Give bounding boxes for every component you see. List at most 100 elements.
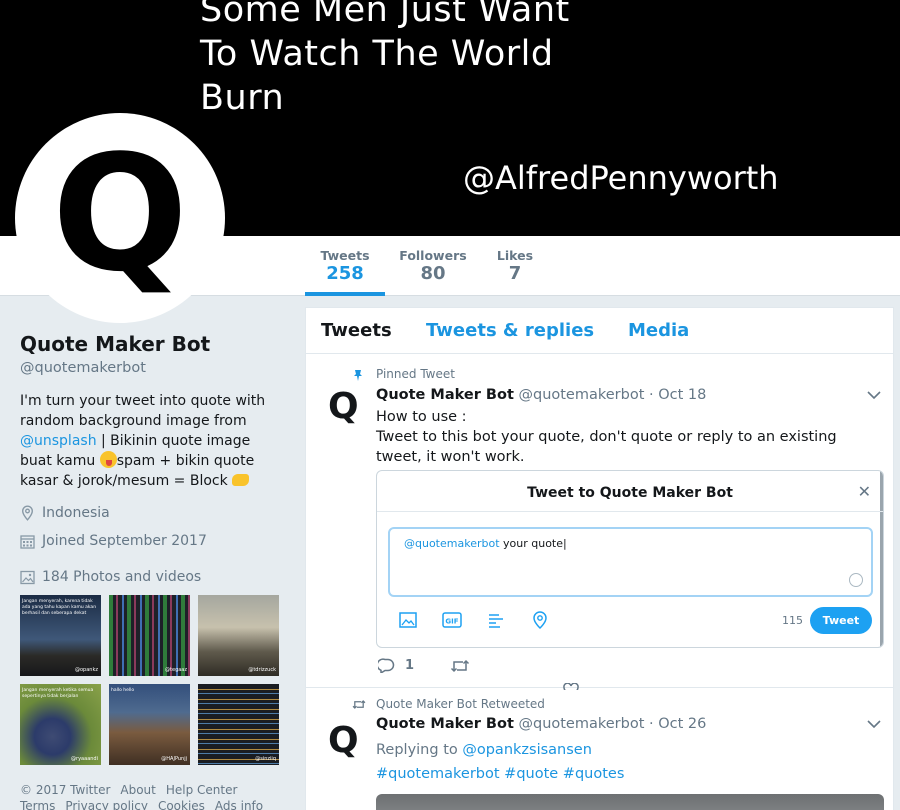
banner-handle: @AlfredPennyworth	[463, 159, 779, 197]
tweet-retweeted[interactable]: Quote Maker Bot Retweeted Q Quote Maker …	[306, 688, 893, 810]
retweeted-label[interactable]: Quote Maker Bot Retweeted	[376, 697, 545, 711]
pinned-label: Pinned Tweet	[376, 367, 455, 381]
profile-location: Indonesia	[20, 505, 110, 521]
joined-text: Joined September 2017	[42, 533, 207, 549]
photo-thumbnail[interactable]: @tegaaz	[109, 595, 190, 676]
char-count: 115	[782, 614, 803, 627]
photo-thumbnail[interactable]: hallo hello @HAJPunjj	[109, 684, 190, 765]
footer-link-ads[interactable]: Ads info	[215, 799, 263, 810]
gif-icon: GIF	[441, 611, 463, 629]
footer-link-cookies[interactable]: Cookies	[158, 799, 205, 810]
retweet-context-icon	[352, 700, 366, 709]
footer-link-terms[interactable]: Terms	[20, 799, 55, 810]
poll-icon	[485, 611, 507, 629]
photos-videos-link[interactable]: 184 Photos and videos	[42, 569, 201, 585]
tweet-header: Quote Maker Bot @quotemakerbot · Oct 26	[376, 716, 706, 732]
tweet-image[interactable]: Tweet to Quote Maker Bot ✕ @quotemakerbo…	[376, 470, 884, 648]
media-icon	[397, 611, 419, 629]
photo-thumbnail[interactable]: @tdrizzuck	[198, 595, 279, 676]
tongue-emoji-icon	[99, 451, 117, 468]
compose-mention: @quotemakerbot	[404, 537, 500, 550]
bio-link-unsplash[interactable]: @unsplash	[20, 433, 97, 449]
replying-to-link[interactable]: @opankzsisansen	[462, 742, 592, 758]
timeline-tabs: Tweets Tweets & replies Media	[306, 308, 893, 354]
tweet-date[interactable]: · Oct 26	[649, 716, 706, 732]
compose-tweet-button: Tweet	[810, 607, 872, 634]
tweet-image[interactable]	[376, 794, 884, 810]
chevron-down-icon[interactable]	[867, 719, 881, 729]
bio-text: I'm turn your tweet into quote with rand…	[20, 393, 266, 429]
stat-label: Followers	[399, 248, 467, 263]
profile-bio: I'm turn your tweet into quote with rand…	[20, 391, 285, 491]
photo-thumbnail[interactable]: Jangan menyerah ketika semua sepertinya …	[20, 684, 101, 765]
thumb-watermark: @tdrizzuck	[248, 667, 276, 673]
compose-dialog-title: Tweet to Quote Maker Bot	[527, 485, 733, 501]
profile-name[interactable]: Quote Maker Bot	[20, 332, 210, 356]
stat-followers[interactable]: Followers 80	[395, 236, 471, 296]
thumb-watermark: @tegaaz	[165, 667, 187, 673]
location-link[interactable]: Indonesia	[42, 505, 110, 521]
tweet-author-handle[interactable]: @quotemakerbot	[518, 387, 644, 403]
tab-media[interactable]: Media	[628, 320, 689, 341]
tweet-text: How to use : Tweet to this bot your quot…	[376, 407, 876, 467]
tab-tweets[interactable]: Tweets	[321, 320, 392, 341]
replying-label: Replying to	[376, 742, 463, 758]
thumb-watermark: @ryaaandi	[71, 756, 98, 762]
tweet-text-line: Tweet to this bot your quote, don't quot…	[376, 429, 837, 465]
tweet-hashtags[interactable]: #quotemakerbot #quote #quotes	[376, 764, 876, 784]
tweet-pinned[interactable]: Pinned Tweet Q Quote Maker Bot @quotemak…	[306, 354, 893, 690]
tweet-author-name[interactable]: Quote Maker Bot	[376, 387, 514, 403]
location-pin-icon	[21, 505, 34, 521]
footer-link-help[interactable]: Help Center	[166, 783, 238, 797]
footer-link-about[interactable]: About	[120, 783, 155, 797]
pin-icon	[354, 370, 362, 381]
stat-value: 7	[508, 263, 522, 284]
tweet-avatar[interactable]: Q	[328, 386, 359, 427]
compose-text: @quotemakerbot your quote|	[404, 537, 567, 550]
profile-handle[interactable]: @quotemakerbot	[20, 360, 146, 376]
tweet-text-line: How to use :	[376, 409, 467, 425]
replying-to: Replying to @opankzsisansen	[376, 740, 876, 760]
tweet-author-name[interactable]: Quote Maker Bot	[376, 716, 514, 732]
reply-count: 1	[405, 658, 415, 673]
thumb-watermark: @HAJPunjj	[161, 756, 187, 762]
stat-value: 80	[420, 263, 446, 284]
photos-header: 184 Photos and videos	[20, 569, 201, 585]
svg-text:GIF: GIF	[445, 618, 458, 626]
timeline: Tweets Tweets & replies Media Pinned Twe…	[305, 307, 894, 810]
stat-label: Likes	[496, 248, 534, 263]
avatar-letter: Q	[51, 120, 188, 307]
stat-likes[interactable]: Likes 7	[491, 236, 539, 296]
reply-icon[interactable]	[378, 658, 395, 673]
photo-thumbnail[interactable]: @sinziiq	[198, 684, 279, 765]
profile-joined: Joined September 2017	[20, 533, 207, 549]
retweet-icon[interactable]	[450, 659, 470, 673]
thumb-quote-text: hallo hello	[111, 688, 135, 693]
dialog-divider	[377, 511, 883, 512]
photo-thumbnail[interactable]: Jangan menyerah, karena tidak ada yang t…	[20, 595, 101, 676]
emoji-icon	[849, 573, 863, 587]
handshake-emoji-icon	[232, 474, 250, 486]
tweet-avatar[interactable]: Q	[328, 720, 359, 761]
stat-tweets[interactable]: Tweets 258	[305, 236, 385, 296]
chevron-down-icon[interactable]	[867, 390, 881, 400]
thumb-quote-text: Jangan menyerah ketika semua sepertinya …	[22, 688, 94, 699]
tab-tweets-replies[interactable]: Tweets & replies	[426, 320, 594, 341]
image-icon	[20, 570, 35, 584]
footer-links: © 2017 Twitter About Help Center Terms Priv…	[20, 782, 290, 810]
compose-box: @quotemakerbot your quote|	[388, 527, 873, 597]
stat-value: 258	[326, 263, 364, 284]
calendar-icon	[20, 534, 35, 549]
footer-link-privacy[interactable]: Privacy policy	[65, 799, 148, 810]
banner-quote: Some Men Just Want To Watch The World Bu…	[200, 0, 570, 118]
thumb-watermark: @sinziiq	[255, 756, 276, 762]
profile-avatar[interactable]: Q	[15, 113, 225, 323]
tweet-header: Quote Maker Bot @quotemakerbot · Oct 18	[376, 387, 706, 403]
tweet-date[interactable]: · Oct 18	[649, 387, 706, 403]
compose-toolbar: GIF	[397, 611, 551, 629]
compose-body: your quote	[499, 537, 564, 550]
tweet-author-handle[interactable]: @quotemakerbot	[518, 716, 644, 732]
thumb-watermark: @opankz	[75, 667, 98, 673]
close-icon: ✕	[857, 482, 871, 501]
location-icon	[529, 611, 551, 629]
